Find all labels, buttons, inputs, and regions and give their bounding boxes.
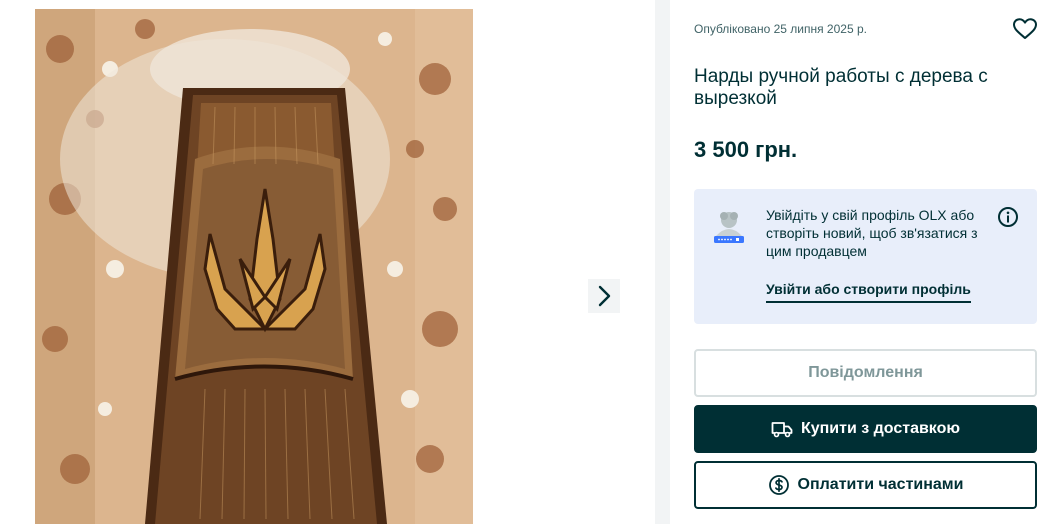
login-or-register-link[interactable]: Увійти або створити профіль bbox=[766, 281, 971, 303]
login-prompt-box: Увійдіть у свій профіль OLX або створіть… bbox=[694, 189, 1037, 324]
listing-title: Нарды ручной работы с дерева с вырезкой bbox=[694, 66, 988, 109]
column-divider bbox=[655, 0, 670, 524]
user-avatar-icon bbox=[714, 212, 744, 243]
published-date: Опубліковано 25 липня 2025 р. bbox=[694, 22, 867, 36]
listing-photo[interactable] bbox=[35, 9, 473, 524]
next-photo-button[interactable] bbox=[588, 279, 620, 313]
installments-button-label: Оплатити частинами bbox=[797, 476, 964, 493]
listing-sidebar: Опубліковано 25 липня 2025 р. Нарды ручн… bbox=[670, 0, 1063, 524]
login-prompt-text: Увійдіть у свій профіль OLX або створіть… bbox=[766, 207, 978, 259]
chevron-right-icon bbox=[598, 285, 611, 307]
buy-button-label: Купити з доставкою bbox=[800, 420, 961, 437]
truck-icon bbox=[771, 420, 793, 438]
pay-in-installments-button[interactable]: Оплатити частинами bbox=[694, 461, 1037, 509]
listing-price: 3 500 грн. bbox=[694, 137, 798, 162]
message-button-label: Повідомлення bbox=[808, 364, 923, 381]
heart-icon bbox=[1013, 17, 1037, 39]
favorite-button[interactable] bbox=[1011, 16, 1039, 44]
message-button[interactable]: Повідомлення bbox=[694, 349, 1037, 397]
info-icon[interactable] bbox=[997, 206, 1019, 228]
dollar-circle-icon bbox=[768, 474, 790, 496]
buy-with-delivery-button[interactable]: Купити з доставкою bbox=[694, 405, 1037, 453]
photo-gallery bbox=[0, 0, 655, 524]
